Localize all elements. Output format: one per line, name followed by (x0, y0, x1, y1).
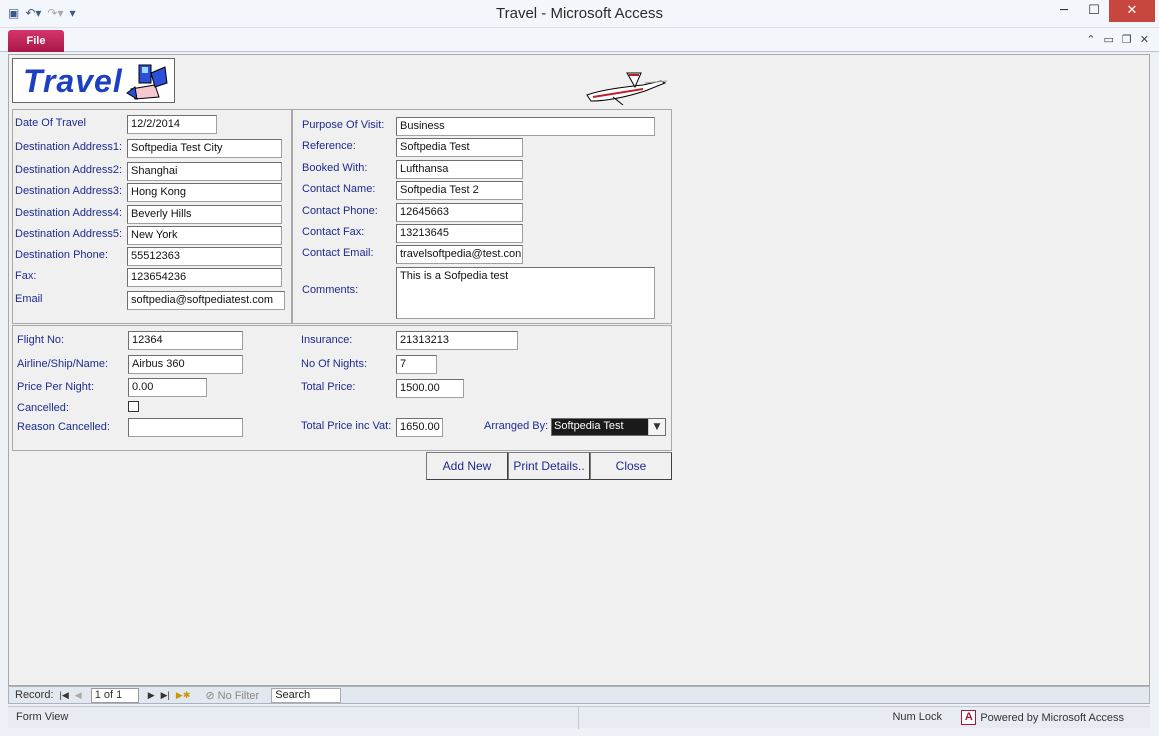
fax-label: Fax: (15, 270, 37, 282)
ribbon-collapse-icon[interactable]: ⌃ (1086, 33, 1095, 46)
reference-label: Reference: (302, 140, 356, 152)
contact-email-label: Contact Email: (302, 247, 374, 259)
arranged-by-value: Softpedia Test (552, 419, 648, 435)
destination-phone-label: Destination Phone: (15, 249, 108, 261)
close-form-button[interactable]: Close (590, 452, 672, 480)
comments-field[interactable]: This is a Sofpedia test (396, 267, 655, 319)
new-record-icon[interactable]: ▶✱ (176, 690, 190, 701)
maximize-button[interactable]: ☐ (1079, 0, 1109, 22)
fax-field[interactable]: 123654236 (127, 268, 282, 287)
price-per-night-field[interactable]: 0.00 (128, 378, 207, 397)
contact-email-field[interactable]: travelsoftpedia@test.con (396, 245, 523, 264)
contact-fax-field[interactable]: 13213645 (396, 224, 523, 243)
flight-no-label: Flight No: (17, 334, 65, 346)
total-price-vat-label: Total Price inc Vat: (301, 420, 392, 432)
no-of-nights-label: No Of Nights: (301, 358, 368, 370)
destination-section: Date Of Travel 12/2/2014 Destination Add… (12, 109, 292, 324)
view-status: Form View (16, 711, 69, 723)
status-bar: Form View Num Lock A Powered by Microsof… (8, 706, 1150, 729)
no-filter-button[interactable]: ⊘ No Filter (205, 689, 259, 702)
search-input[interactable]: Search (271, 687, 342, 703)
destination-address5-field[interactable]: New York (127, 226, 282, 245)
no-filter-label: No Filter (217, 689, 260, 702)
cancelled-checkbox[interactable] (128, 401, 139, 412)
destination-address1-field[interactable]: Softpedia Test City (127, 139, 282, 158)
record-navigation: Record: |◀ ◀ 1 of 1 ▶ ▶| ▶✱ ⊘ No Filter … (8, 686, 1150, 704)
no-of-nights-field[interactable]: 7 (396, 355, 437, 374)
powered-by: A Powered by Microsoft Access (961, 710, 1124, 725)
total-price-label: Total Price: (301, 381, 356, 393)
cancelled-label: Cancelled: (17, 402, 69, 414)
purpose-field[interactable]: Business (396, 117, 655, 136)
ribbon: File ⌃ ▭ ❐ ✕ (0, 28, 1159, 52)
contact-fax-label: Contact Fax: (302, 226, 365, 238)
booking-section: Flight No: 12364 Airline/Ship/Name: Airb… (12, 325, 672, 451)
total-price-vat-field[interactable]: 1650.00 (396, 418, 443, 437)
powered-by-text: Powered by Microsoft Access (980, 711, 1124, 724)
contact-phone-label: Contact Phone: (302, 205, 378, 217)
airplane-icon (586, 72, 668, 106)
logo-text: Travel (23, 63, 123, 99)
price-per-night-label: Price Per Night: (17, 381, 95, 393)
filter-icon: ⊘ (205, 689, 218, 702)
reason-cancelled-label: Reason Cancelled: (17, 421, 110, 433)
destination-address2-label: Destination Address2: (15, 164, 123, 176)
destination-address3-label: Destination Address3: (15, 185, 123, 197)
first-record-icon[interactable]: |◀ (60, 690, 69, 701)
purpose-label: Purpose Of Visit: (302, 119, 385, 131)
reason-cancelled-field[interactable] (128, 418, 243, 437)
file-tab[interactable]: File (8, 30, 64, 52)
num-lock-indicator: Num Lock (892, 711, 942, 723)
doc-close-icon[interactable]: ✕ (1140, 33, 1149, 46)
contact-name-field[interactable]: Softpedia Test 2 (396, 181, 523, 200)
seat-icon (126, 64, 168, 100)
date-of-travel-label: Date Of Travel (15, 117, 86, 129)
destination-address4-label: Destination Address4: (15, 207, 123, 219)
next-record-icon[interactable]: ▶ (148, 690, 155, 701)
email-field[interactable]: softpedia@softpediatest.com (127, 291, 285, 310)
destination-address5-label: Destination Address5: (15, 228, 123, 240)
doc-restore-icon[interactable]: ❐ (1122, 33, 1132, 46)
booked-with-label: Booked With: (302, 162, 368, 174)
comments-label: Comments: (302, 284, 359, 296)
arranged-by-label: Arranged By: (484, 420, 549, 432)
close-window-button[interactable]: ✕ (1109, 0, 1155, 22)
airline-label: Airline/Ship/Name: (17, 358, 109, 370)
arranged-by-combo[interactable]: Softpedia Test ▼ (551, 418, 666, 436)
total-price-field[interactable]: 1500.00 (396, 379, 464, 398)
record-label: Record: (15, 689, 54, 701)
destination-address4-field[interactable]: Beverly Hills (127, 205, 282, 224)
window-title: Travel - Microsoft Access (496, 5, 663, 22)
previous-record-icon[interactable]: ◀ (75, 690, 82, 701)
contact-section: Purpose Of Visit: Business Reference: So… (292, 109, 672, 324)
status-divider (578, 707, 579, 729)
title-bar: ▣ ↶▾ ↷▾ ▾ Travel - Microsoft Access ─ ☐ … (0, 0, 1159, 28)
destination-address2-field[interactable]: Shanghai (127, 162, 282, 181)
access-logo-icon: A (961, 710, 977, 725)
current-record-field[interactable]: 1 of 1 (90, 687, 139, 703)
destination-address3-field[interactable]: Hong Kong (127, 183, 282, 202)
reference-field[interactable]: Softpedia Test (396, 138, 523, 157)
minimize-button[interactable]: ─ (1049, 0, 1079, 22)
date-of-travel-field[interactable]: 12/2/2014 (127, 115, 217, 134)
email-label: Email (15, 293, 43, 305)
print-details-button[interactable]: Print Details.. (508, 452, 590, 480)
airline-field[interactable]: Airbus 360 (128, 355, 243, 374)
travel-logo: Travel (12, 58, 175, 103)
contact-name-label: Contact Name: (302, 183, 376, 195)
travel-form: Travel Date Of Travel 12/2/2014 Destinat… (8, 54, 1150, 686)
last-record-icon[interactable]: ▶| (161, 690, 170, 701)
add-new-button[interactable]: Add New (426, 452, 508, 480)
destination-phone-field[interactable]: 55512363 (127, 247, 282, 266)
chevron-down-icon[interactable]: ▼ (648, 419, 665, 435)
insurance-field[interactable]: 21313213 (396, 331, 518, 350)
doc-minimize-icon[interactable]: ▭ (1104, 33, 1114, 46)
flight-no-field[interactable]: 12364 (128, 331, 243, 350)
insurance-label: Insurance: (301, 334, 353, 346)
contact-phone-field[interactable]: 12645663 (396, 203, 523, 222)
booked-with-field[interactable]: Lufthansa (396, 160, 523, 179)
destination-address1-label: Destination Address1: (15, 141, 123, 153)
